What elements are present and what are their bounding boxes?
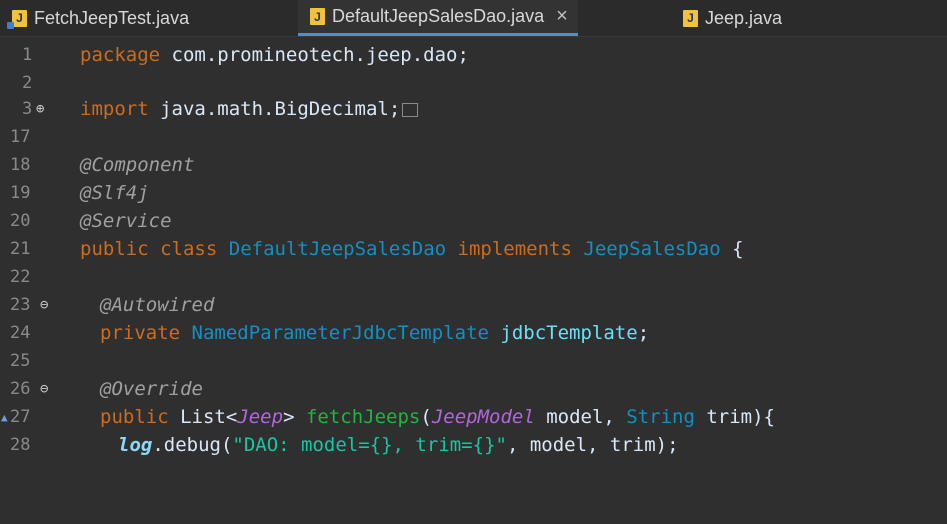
fold-collapse-icon[interactable]: ⊖ — [40, 297, 48, 313]
tab-label: DefaultJeepSalesDao.java — [332, 6, 545, 26]
annotation: @Slf4j — [80, 182, 149, 204]
line-number: 27 — [10, 407, 31, 427]
fold-collapse-icon[interactable]: ⊖ — [40, 381, 48, 397]
code-text: import java.math.BigDecimal; — [80, 98, 419, 120]
code-text: log.debug("DAO: model={}, trim={}", mode… — [118, 434, 679, 456]
code-text: public class DefaultJeepSalesDao impleme… — [80, 238, 744, 260]
line-number: 25 — [10, 351, 31, 371]
annotation: @Service — [80, 210, 172, 232]
annotation: @Autowired — [100, 294, 215, 316]
code-text: package com.promineotech.jeep.dao; — [80, 44, 469, 66]
override-arrow-icon[interactable]: ▲ — [1, 411, 8, 424]
line-number: 19 — [10, 183, 31, 203]
line-number: 2 — [22, 73, 33, 93]
line-number: 21 — [10, 239, 31, 259]
fold-expand-icon[interactable]: ⊕ — [36, 101, 44, 117]
line-number: 18 — [10, 155, 31, 175]
java-test-file-icon: J — [7, 9, 27, 29]
tab-jeep[interactable]: J Jeep.java — [683, 0, 782, 36]
annotation: @Override — [100, 378, 203, 400]
code-editor[interactable]: 1 package com.promineotech.jeep.dao; 2 3… — [0, 37, 947, 524]
line-number: 1 — [22, 45, 33, 65]
line-number: 20 — [10, 211, 31, 231]
line-number: 24 — [10, 323, 31, 343]
code-text: private NamedParameterJdbcTemplate jdbcT… — [100, 322, 650, 344]
folded-block-icon[interactable] — [402, 102, 419, 117]
annotation: @Component — [80, 154, 195, 176]
line-number: 28 — [10, 435, 31, 455]
tab-fetchjeeptest[interactable]: J FetchJeepTest.java — [7, 0, 190, 36]
tab-label: FetchJeepTest.java — [34, 7, 190, 28]
tab-label: Jeep.java — [705, 7, 783, 28]
java-file-icon: J — [683, 9, 698, 27]
code-text: public List<Jeep> fetchJeeps(JeepModel m… — [100, 406, 775, 428]
tab-defaultjeepsalesdao[interactable]: J DefaultJeepSalesDao.java × — [298, 0, 578, 36]
line-number: 22 — [10, 267, 31, 287]
java-file-icon: J — [310, 8, 325, 25]
editor-tab-bar: J FetchJeepTest.java J DefaultJeepSalesD… — [0, 0, 947, 37]
line-number: 17 — [10, 127, 31, 147]
close-icon[interactable]: × — [556, 5, 568, 28]
